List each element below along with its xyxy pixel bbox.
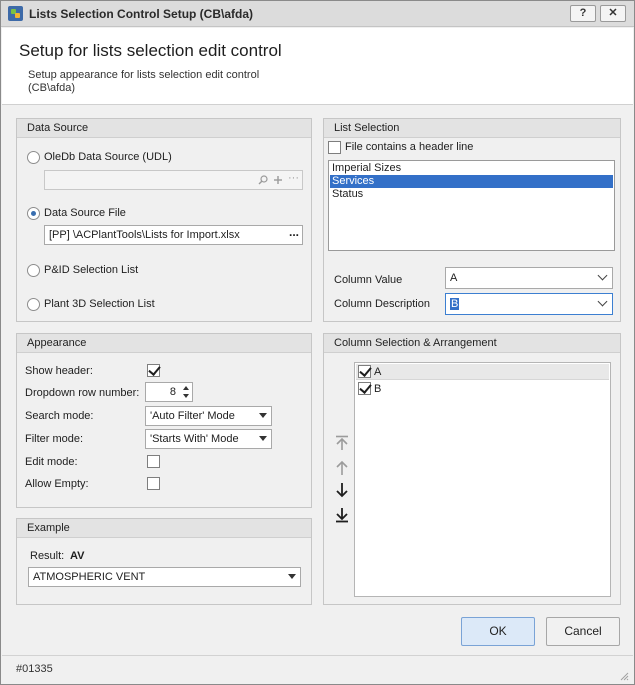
example-combo-value: ATMOSPHERIC VENT — [33, 571, 146, 583]
header-line-checkbox[interactable] — [328, 141, 341, 154]
oledb-radio[interactable] — [27, 151, 40, 164]
example-title: Example — [17, 519, 311, 538]
appearance-title: Appearance — [17, 334, 311, 353]
column-a-checkbox[interactable] — [358, 365, 371, 378]
show-header-label: Show header: — [25, 365, 93, 377]
plant3d-selection-radio[interactable] — [27, 298, 40, 311]
dropdown-rows-spinner[interactable]: 8 — [145, 382, 193, 402]
edit-mode-label: Edit mode: — [25, 456, 78, 468]
data-source-title: Data Source — [17, 119, 311, 138]
oledb-ellipsis-icon: ··· — [288, 172, 299, 184]
status-bar: #01335 — [2, 655, 633, 684]
close-button[interactable]: ✕ — [600, 5, 626, 22]
spinner-arrows-icon[interactable] — [182, 385, 190, 399]
column-value-label: Column Value — [334, 274, 403, 286]
move-down-icon[interactable] — [335, 482, 349, 498]
result-value: AV — [70, 550, 85, 562]
search-mode-label: Search mode: — [25, 410, 94, 422]
chevron-down-icon — [597, 270, 608, 281]
list-selection-group: List Selection File contains a header li… — [323, 118, 621, 322]
column-b-checkbox[interactable] — [358, 382, 371, 395]
result-label: Result: — [30, 550, 65, 562]
dropdown-rows-label: Dropdown row number: — [25, 387, 140, 399]
appearance-group: Appearance Show header: Dropdown row num… — [16, 333, 312, 508]
search-mode-dropdown[interactable]: 'Auto Filter' Mode — [145, 406, 272, 426]
plant3d-selection-label: Plant 3D Selection List — [44, 298, 155, 310]
app-icon — [8, 6, 23, 21]
dropdown-arrow-icon — [259, 413, 267, 418]
list-item[interactable]: Status — [330, 188, 613, 201]
show-header-checkbox[interactable] — [147, 364, 160, 377]
columns-listbox[interactable]: A B — [354, 362, 611, 597]
allow-empty-checkbox[interactable] — [147, 477, 160, 490]
status-id: #01335 — [16, 663, 53, 675]
search-icon — [258, 175, 268, 185]
move-to-top-icon[interactable] — [335, 435, 349, 451]
dialog-window: Lists Selection Control Setup (CB\afda) … — [0, 0, 635, 685]
oledb-field: ··· — [44, 170, 303, 190]
data-source-file-value: [PP] \ACPlantTools\Lists for Import.xlsx — [49, 229, 240, 241]
dropdown-rows-value: 8 — [169, 386, 176, 398]
data-source-file-radio[interactable] — [27, 207, 40, 220]
list-item[interactable]: Imperial Sizes — [330, 162, 613, 175]
data-source-file-field[interactable]: [PP] \ACPlantTools\Lists for Import.xlsx… — [44, 225, 303, 245]
header-line-label: File contains a header line — [345, 141, 474, 153]
column-description-label: Column Description — [334, 298, 430, 310]
column-row-a[interactable]: A — [356, 364, 609, 380]
window-title: Lists Selection Control Setup (CB\afda) — [29, 7, 254, 21]
example-group: Example Result: AV ATMOSPHERIC VENT — [16, 518, 312, 605]
filter-mode-dropdown[interactable]: 'Starts With' Mode — [145, 429, 272, 449]
cancel-button[interactable]: Cancel — [546, 617, 620, 646]
column-a-label: A — [374, 366, 382, 378]
page-subtitle: Setup appearance for lists selection edi… — [28, 69, 260, 94]
column-b-label: B — [374, 383, 382, 395]
filter-mode-label: Filter mode: — [25, 433, 84, 445]
browse-file-button[interactable]: ... — [289, 226, 299, 241]
list-selection-title: List Selection — [324, 119, 620, 138]
column-arrangement-title: Column Selection & Arrangement — [324, 334, 620, 353]
lists-listbox[interactable]: Imperial Sizes Services Status — [328, 160, 615, 251]
move-up-icon[interactable] — [335, 460, 349, 476]
pid-selection-label: P&ID Selection List — [44, 264, 139, 276]
header-area: Setup for lists selection edit control S… — [2, 28, 633, 105]
dropdown-arrow-icon — [288, 574, 296, 579]
allow-empty-label: Allow Empty: — [25, 478, 89, 490]
column-value: A — [450, 272, 458, 284]
help-button[interactable]: ? — [570, 5, 596, 22]
dropdown-arrow-icon — [259, 436, 267, 441]
oledb-label: OleDb Data Source (UDL) — [44, 151, 172, 163]
chevron-down-icon — [597, 296, 608, 307]
data-source-group: Data Source OleDb Data Source (UDL) ··· … — [16, 118, 312, 322]
column-value-dropdown[interactable]: A — [445, 267, 613, 289]
title-bar[interactable]: Lists Selection Control Setup (CB\afda) … — [1, 1, 634, 27]
resize-grip-icon[interactable] — [619, 671, 629, 681]
move-to-bottom-icon[interactable] — [335, 507, 349, 523]
edit-mode-checkbox[interactable] — [147, 455, 160, 468]
column-row-b[interactable]: B — [356, 381, 609, 397]
column-description-dropdown[interactable]: B — [445, 293, 613, 315]
data-source-file-label: Data Source File — [44, 207, 126, 219]
search-mode-value: 'Auto Filter' Mode — [150, 410, 235, 422]
example-combo[interactable]: ATMOSPHERIC VENT — [28, 567, 301, 587]
pid-selection-radio[interactable] — [27, 264, 40, 277]
column-arrangement-group: Column Selection & Arrangement A B — [323, 333, 621, 605]
add-icon — [274, 176, 282, 184]
filter-mode-value: 'Starts With' Mode — [150, 433, 239, 445]
column-description: B — [450, 298, 460, 310]
ok-button[interactable]: OK — [461, 617, 535, 646]
page-title: Setup for lists selection edit control — [19, 41, 282, 60]
list-item[interactable]: Services — [330, 175, 613, 188]
